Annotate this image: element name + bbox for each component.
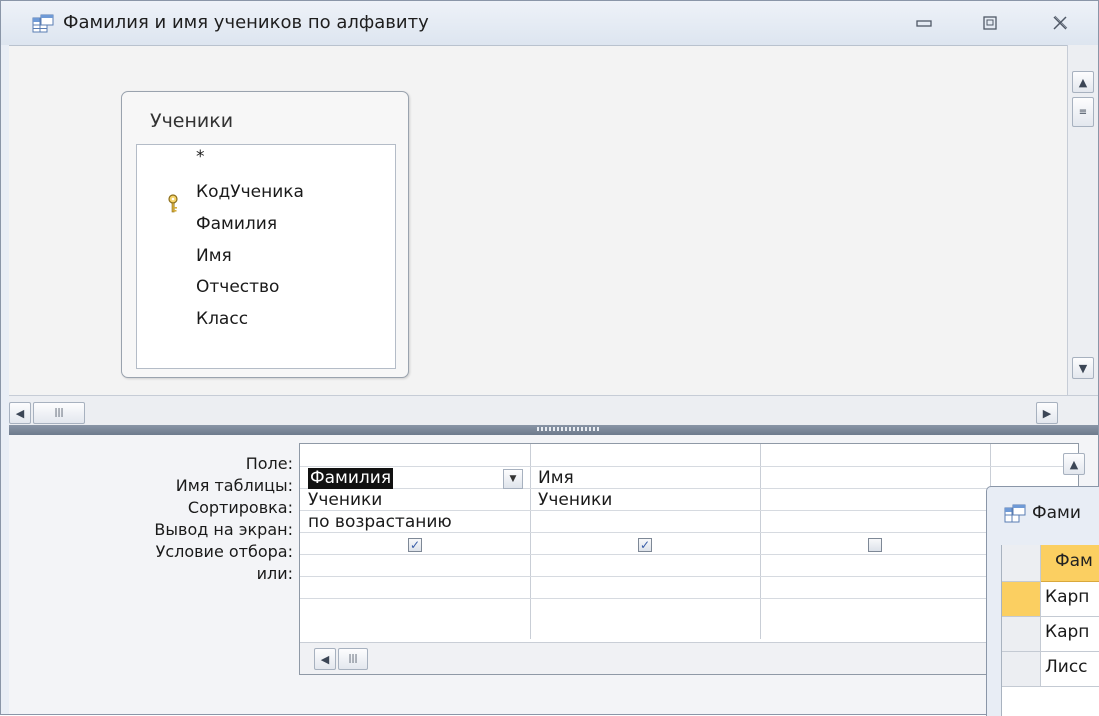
table-row[interactable]: Карп <box>1041 617 1099 652</box>
grid-scroll-up-button[interactable]: ▲ <box>1063 453 1085 475</box>
grid-sort-cell-1[interactable]: по возрастанию <box>308 512 452 532</box>
pane-splitter[interactable] <box>9 425 1098 435</box>
select-all-corner[interactable] <box>1002 545 1041 582</box>
cell-value: Карп <box>1045 587 1090 607</box>
query-diagram-pane[interactable]: Ученики * КодУченика Фамилия Имя Отчеств… <box>9 45 1067 396</box>
scroll-thumb[interactable]: ||| <box>33 402 85 424</box>
restore-button[interactable] <box>972 9 1008 37</box>
scroll-left-button[interactable]: ◀ <box>314 648 336 670</box>
datasheet-grid[interactable]: Фам Карп Карп Лисс <box>1001 545 1099 716</box>
arrow-down-icon: ▼ <box>1078 361 1088 375</box>
table-row[interactable]: Лисс <box>1041 652 1099 687</box>
field-dropdown-button[interactable]: ▼ <box>503 469 523 489</box>
chevron-down-icon: ▼ <box>509 474 517 484</box>
row-label-or: или: <box>256 564 293 583</box>
close-icon <box>1053 15 1068 30</box>
table-name[interactable]: Ученики <box>150 110 233 132</box>
restore-icon <box>983 16 997 30</box>
grid-field-cell-1[interactable]: Фамилия <box>308 468 394 489</box>
field-familiya[interactable]: Фамилия <box>196 214 277 234</box>
field-imya[interactable]: Имя <box>196 246 232 266</box>
row-label-field: Поле: <box>245 454 293 473</box>
cell-value: Лисс <box>1045 657 1088 677</box>
design-grid-pane: Поле: Имя таблицы: Сортировка: Вывод на … <box>9 435 1098 714</box>
query-icon <box>32 14 54 33</box>
field-otchestvo[interactable]: Отчество <box>196 277 279 297</box>
field-list[interactable]: * КодУченика Фамилия Имя Отчество Класс <box>136 144 396 369</box>
query-window: Фамилия и имя учеников по алфавиту Учени… <box>0 0 1099 715</box>
field-kod-uchenika[interactable]: КодУченика <box>196 182 304 202</box>
scroll-left-button[interactable]: ◀ <box>9 402 31 424</box>
grip-icon: ≡ <box>1078 106 1088 118</box>
title-bar[interactable]: Фамилия и имя учеников по алфавиту <box>1 1 1098 45</box>
diagram-horizontal-scrollbar[interactable]: ◀ ||| ▶ <box>9 395 1098 426</box>
grid-field-cell-2[interactable]: Имя <box>538 468 574 488</box>
minimize-icon <box>916 20 932 27</box>
row-label-table: Имя таблицы: <box>175 476 293 495</box>
column-header-label: Фам <box>1055 551 1093 571</box>
arrow-up-icon: ▲ <box>1069 457 1079 471</box>
row-selector[interactable] <box>1002 617 1041 652</box>
arrow-right-icon: ▶ <box>1042 406 1052 420</box>
field-klass[interactable]: Класс <box>196 309 248 329</box>
diagram-vertical-scrollbar[interactable]: ▲ ≡ ▼ <box>1067 45 1098 395</box>
scroll-up-button[interactable]: ▲ <box>1072 71 1094 93</box>
query-design-grid[interactable]: Фамилия ▼ Ученики по возрастанию ✓ Имя У… <box>299 443 1079 675</box>
splitter-grip[interactable] <box>537 427 599 431</box>
scroll-thumb[interactable]: ≡ <box>1072 97 1094 127</box>
scroll-down-button[interactable]: ▼ <box>1072 357 1094 379</box>
table-row[interactable]: Карп <box>1041 582 1099 617</box>
grid-horizontal-scrollbar[interactable]: ◀ ||| <box>300 642 1078 674</box>
arrow-left-icon: ◀ <box>320 652 330 666</box>
primary-key-icon <box>168 194 178 213</box>
cell-value: Карп <box>1045 622 1090 642</box>
grid-table-cell-1[interactable]: Ученики <box>308 490 382 510</box>
close-button[interactable] <box>1042 9 1078 37</box>
table-field-list[interactable]: Ученики * КодУченика Фамилия Имя Отчеств… <box>121 91 409 378</box>
row-label-sort: Сортировка: <box>187 498 293 517</box>
arrow-up-icon: ▲ <box>1078 75 1088 89</box>
row-label-show: Вывод на экран: <box>154 520 293 539</box>
arrow-left-icon: ◀ <box>15 406 25 420</box>
query-icon <box>1004 504 1026 523</box>
grip-icon: ||| <box>54 408 64 418</box>
grid-table-cell-2[interactable]: Ученики <box>538 490 612 510</box>
scroll-right-button[interactable]: ▶ <box>1036 402 1058 424</box>
row-selector[interactable] <box>1002 582 1041 617</box>
datasheet-title: Фами <box>1032 503 1081 523</box>
minimize-button[interactable] <box>906 9 942 37</box>
row-selector[interactable] <box>1002 652 1041 687</box>
show-checkbox-3[interactable] <box>868 538 882 552</box>
grip-icon: ||| <box>348 654 358 664</box>
window-title: Фамилия и имя учеников по алфавиту <box>63 12 429 33</box>
scroll-thumb[interactable]: ||| <box>338 648 368 670</box>
datasheet-window[interactable]: Фами Фам Карп Карп Лисс <box>986 486 1099 716</box>
field-all[interactable]: * <box>196 147 205 167</box>
show-checkbox-1[interactable]: ✓ <box>408 538 422 552</box>
row-label-criteria: Условие отбора: <box>155 542 293 561</box>
column-header[interactable]: Фам <box>1041 545 1099 582</box>
show-checkbox-2[interactable]: ✓ <box>638 538 652 552</box>
